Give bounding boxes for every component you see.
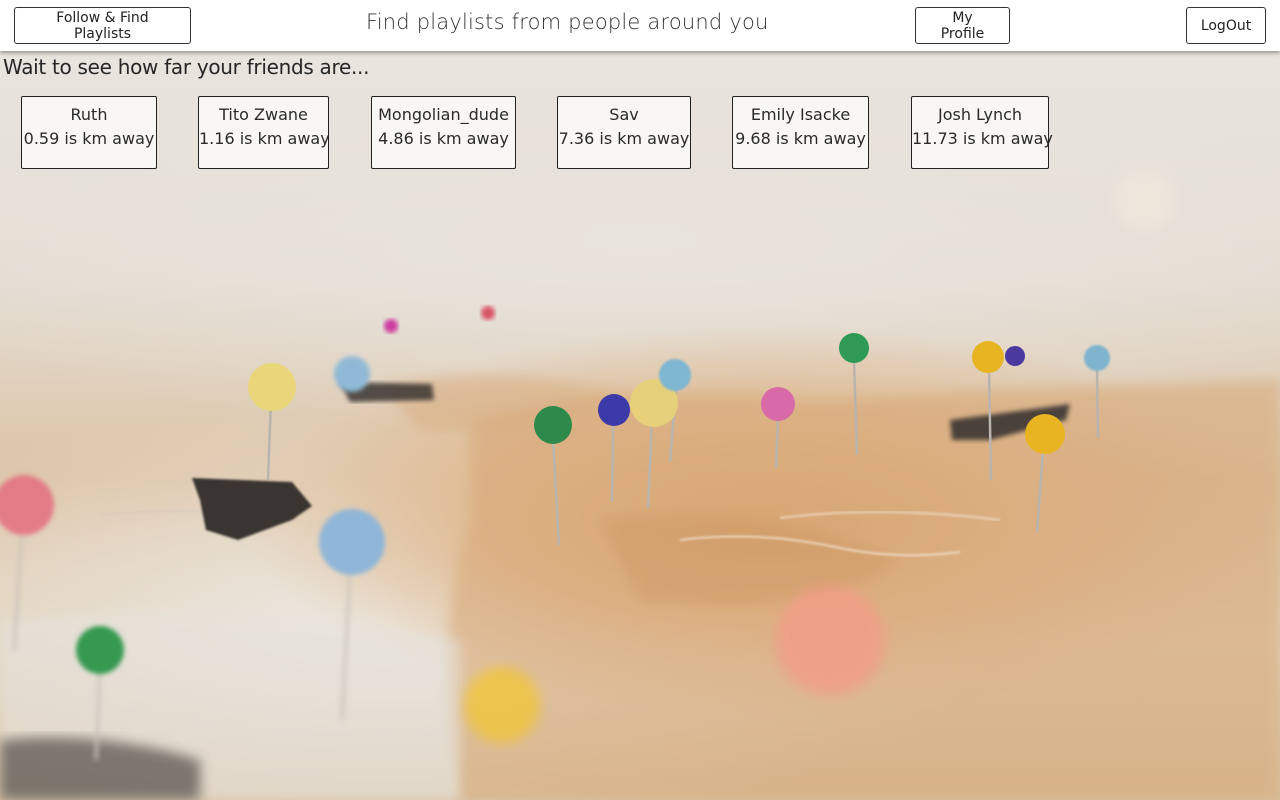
friend-card[interactable]: Ruth 0.59 is km away	[21, 96, 157, 169]
friend-distance: 7.36 is km away	[558, 129, 690, 148]
friend-name: Josh Lynch	[937, 105, 1023, 124]
logout-button[interactable]: LogOut	[1186, 7, 1266, 44]
friend-distance: 0.59 is km away	[23, 129, 155, 148]
friend-name: Emily Isacke	[750, 105, 851, 124]
my-profile-button[interactable]: My Profile	[915, 7, 1010, 44]
friend-distance: 11.73 is km away	[912, 129, 1053, 148]
friend-card[interactable]: Tito Zwane 1.16 is km away	[198, 96, 330, 169]
friend-distance: 4.86 is km away	[378, 129, 509, 148]
friend-distance: 1.16 is km away	[199, 129, 330, 148]
friend-card[interactable]: Sav 7.36 is km away	[557, 96, 691, 169]
friend-distance: 9.68 is km away	[735, 129, 866, 148]
friend-card[interactable]: Emily Isacke 9.68 is km away	[732, 96, 869, 169]
follow-find-playlists-button[interactable]: Follow & Find Playlists	[14, 7, 191, 44]
friend-card[interactable]: Mongolian_dude 4.86 is km away	[371, 96, 516, 169]
page-title: Find playlists from people around you	[366, 10, 769, 34]
friend-name: Sav	[609, 105, 639, 124]
friend-card[interactable]: Josh Lynch 11.73 is km away	[911, 96, 1053, 169]
friends-distance-heading: Wait to see how far your friends are...	[3, 55, 370, 79]
friend-name: Mongolian_dude	[378, 105, 509, 124]
friend-name: Tito Zwane	[219, 105, 308, 124]
friend-name: Ruth	[70, 105, 108, 124]
top-nav-bar: Follow & Find Playlists Find playlists f…	[0, 0, 1280, 51]
